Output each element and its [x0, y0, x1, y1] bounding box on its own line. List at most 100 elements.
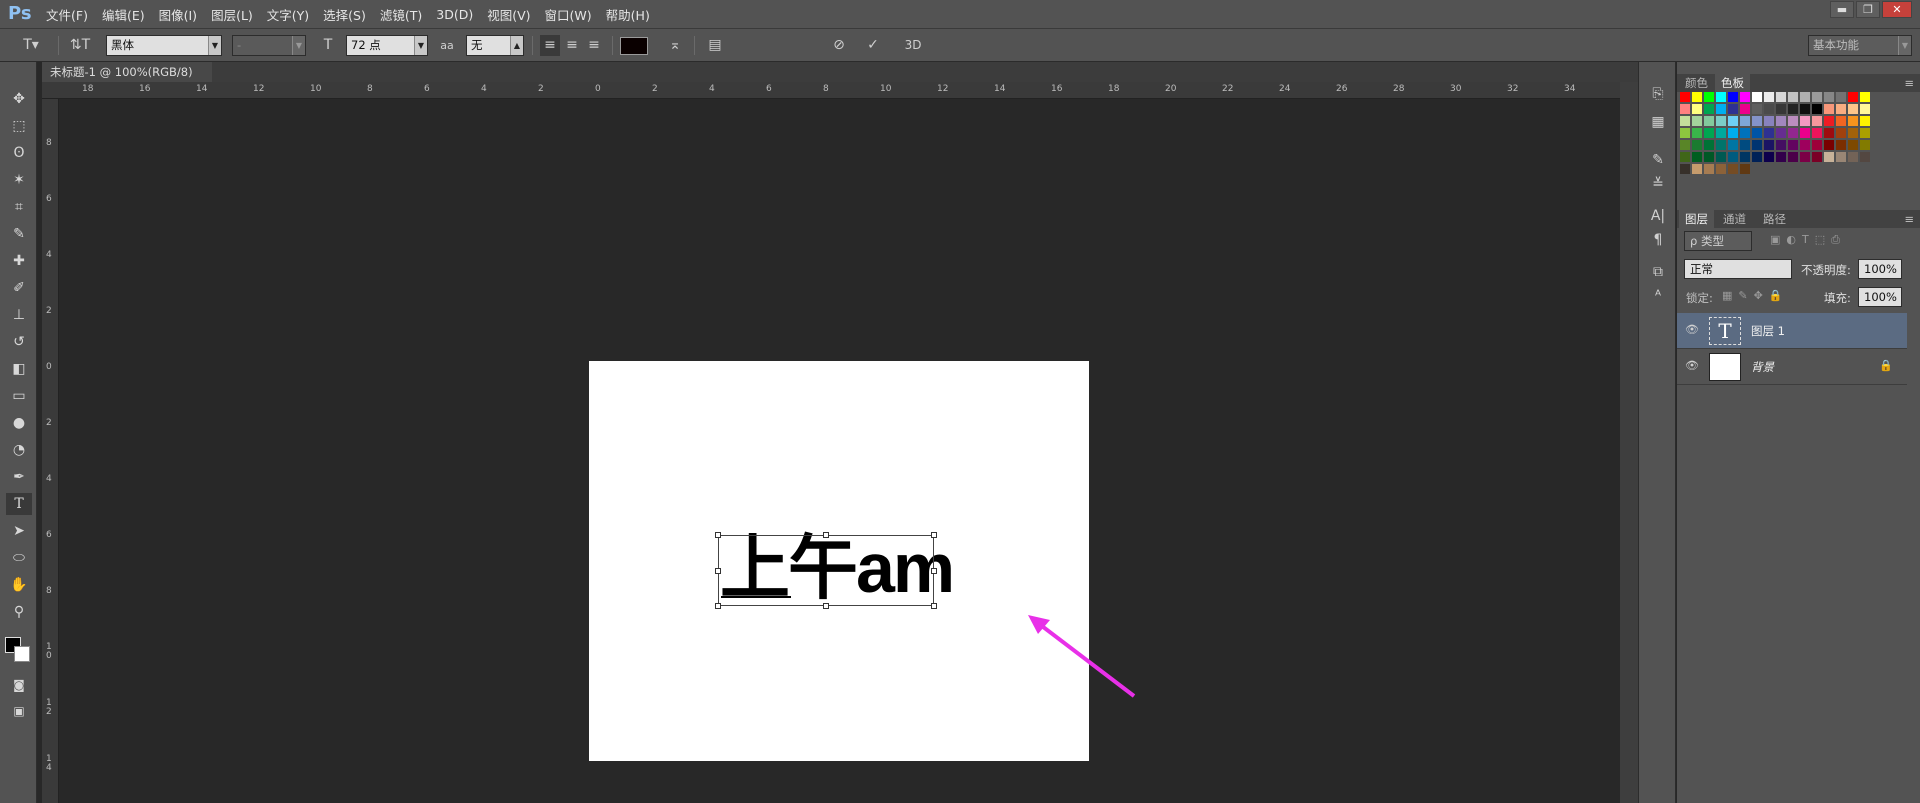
- color-swatch[interactable]: [1740, 128, 1750, 138]
- brush-panel-icon[interactable]: ✎: [1646, 150, 1670, 170]
- path-select-icon[interactable]: ➤: [6, 520, 32, 542]
- color-swatch[interactable]: [1836, 128, 1846, 138]
- color-swatch[interactable]: [1704, 140, 1714, 150]
- color-swatch[interactable]: [1704, 116, 1714, 126]
- color-swatch[interactable]: [1812, 92, 1822, 102]
- color-swatch[interactable]: [1704, 128, 1714, 138]
- text-bounding-box[interactable]: [715, 532, 937, 609]
- menu-view[interactable]: 视图(V): [487, 5, 530, 24]
- color-swatch[interactable]: [1788, 128, 1798, 138]
- transform-handle[interactable]: [931, 532, 937, 538]
- color-swatch[interactable]: [1740, 140, 1750, 150]
- paragraph-panel-icon[interactable]: ¶: [1646, 230, 1670, 250]
- vertical-scrollbar[interactable]: [1620, 82, 1638, 803]
- align-center-icon[interactable]: ≡: [562, 35, 582, 56]
- color-swatch[interactable]: [1776, 152, 1786, 162]
- history-brush-icon[interactable]: ↺: [6, 331, 32, 353]
- transform-handle[interactable]: [715, 603, 721, 609]
- color-swatch[interactable]: [1824, 104, 1834, 114]
- font-style-select[interactable]: - ▼: [232, 35, 306, 56]
- color-swatch[interactable]: [1860, 92, 1870, 102]
- color-swatch[interactable]: [1776, 128, 1786, 138]
- color-swatch[interactable]: [1812, 104, 1822, 114]
- color-swatch[interactable]: [1848, 140, 1858, 150]
- color-swatch[interactable]: [1788, 116, 1798, 126]
- color-swatch[interactable]: [1824, 128, 1834, 138]
- type-tool-preset-icon[interactable]: T▾: [18, 35, 44, 56]
- color-swatch[interactable]: [1752, 140, 1762, 150]
- color-swatch[interactable]: [1836, 92, 1846, 102]
- color-swatch[interactable]: [1728, 104, 1738, 114]
- color-swatch[interactable]: [1800, 92, 1810, 102]
- color-swatch[interactable]: [1824, 92, 1834, 102]
- styles-panel-icon[interactable]: ᴬ: [1646, 286, 1670, 306]
- color-swatch[interactable]: [1704, 164, 1714, 174]
- layer-row-background[interactable]: 👁 背景 🔒: [1677, 349, 1907, 385]
- color-swatch[interactable]: [1716, 128, 1726, 138]
- color-swatch[interactable]: [1716, 152, 1726, 162]
- panel-menu-icon[interactable]: ≡: [1898, 74, 1920, 92]
- color-swatch[interactable]: [1824, 116, 1834, 126]
- color-swatch[interactable]: [1788, 140, 1798, 150]
- color-swatch[interactable]: [1764, 128, 1774, 138]
- color-swatch[interactable]: [1788, 92, 1798, 102]
- color-swatch[interactable]: [1752, 128, 1762, 138]
- color-swatch[interactable]: [1716, 116, 1726, 126]
- brush-icon[interactable]: ✐: [6, 277, 32, 299]
- color-swatch[interactable]: [1692, 140, 1702, 150]
- color-swatch[interactable]: [1836, 140, 1846, 150]
- gradient-icon[interactable]: ▭: [6, 385, 32, 407]
- lasso-icon[interactable]: ʘ: [6, 142, 32, 164]
- text-color-swatch[interactable]: [620, 37, 648, 55]
- color-swatch[interactable]: [1752, 152, 1762, 162]
- color-swatch[interactable]: [1704, 92, 1714, 102]
- panel-menu-icon[interactable]: ≡: [1898, 210, 1920, 228]
- clone-source-panel-icon[interactable]: ⧉: [1646, 262, 1670, 282]
- crop-icon[interactable]: ⌗: [6, 196, 32, 218]
- color-swatch[interactable]: [1680, 104, 1690, 114]
- layer-filter-select[interactable]: ρ 类型: [1684, 231, 1752, 251]
- color-swatch[interactable]: [1740, 116, 1750, 126]
- move-icon[interactable]: ✥: [6, 88, 32, 110]
- color-swatch[interactable]: [1776, 104, 1786, 114]
- document-tab[interactable]: 未标题-1 @ 100%(RGB/8) ×: [42, 62, 212, 99]
- transform-handle[interactable]: [931, 603, 937, 609]
- color-swatch[interactable]: [1848, 104, 1858, 114]
- color-swatch[interactable]: [1860, 152, 1870, 162]
- color-swatch[interactable]: [1776, 92, 1786, 102]
- color-swatch[interactable]: [1848, 116, 1858, 126]
- opacity-field[interactable]: 100%: [1858, 259, 1902, 279]
- color-swatch[interactable]: [1692, 92, 1702, 102]
- color-swatch[interactable]: [1836, 116, 1846, 126]
- color-swatch[interactable]: [1776, 116, 1786, 126]
- color-swatch[interactable]: [1848, 128, 1858, 138]
- color-swatch[interactable]: [1788, 104, 1798, 114]
- color-swatch[interactable]: [1728, 140, 1738, 150]
- color-swatch[interactable]: [1692, 152, 1702, 162]
- zoom-icon[interactable]: ⚲: [6, 601, 32, 623]
- dodge-icon[interactable]: ◔: [6, 439, 32, 461]
- history-panel-icon[interactable]: ⎘: [1646, 84, 1670, 104]
- character-panel-icon[interactable]: ▤: [704, 35, 726, 56]
- background-color-swatch[interactable]: [14, 646, 30, 662]
- tab-color[interactable]: 颜色: [1679, 74, 1714, 92]
- minimize-button[interactable]: ▬: [1830, 1, 1854, 18]
- font-size-select[interactable]: 72 点 ▼: [346, 35, 428, 56]
- color-swatch[interactable]: [1824, 140, 1834, 150]
- menu-select[interactable]: 选择(S): [323, 5, 366, 24]
- color-swatch[interactable]: [1764, 152, 1774, 162]
- character-panel-icon[interactable]: A|: [1646, 206, 1670, 226]
- color-swatch[interactable]: [1716, 104, 1726, 114]
- color-swatch[interactable]: [1800, 152, 1810, 162]
- color-swatch[interactable]: [1680, 116, 1690, 126]
- layer-row-type[interactable]: 👁 T 图层 1: [1677, 313, 1907, 349]
- visibility-eye-icon[interactable]: 👁: [1685, 323, 1699, 336]
- menu-type[interactable]: 文字(Y): [267, 5, 309, 24]
- color-swatch[interactable]: [1716, 164, 1726, 174]
- tab-channels[interactable]: 通道: [1717, 210, 1752, 228]
- blend-mode-select[interactable]: 正常: [1684, 259, 1792, 279]
- color-swatch[interactable]: [1752, 116, 1762, 126]
- color-swatch[interactable]: [1800, 128, 1810, 138]
- color-swatch[interactable]: [1788, 152, 1798, 162]
- transform-handle[interactable]: [823, 532, 829, 538]
